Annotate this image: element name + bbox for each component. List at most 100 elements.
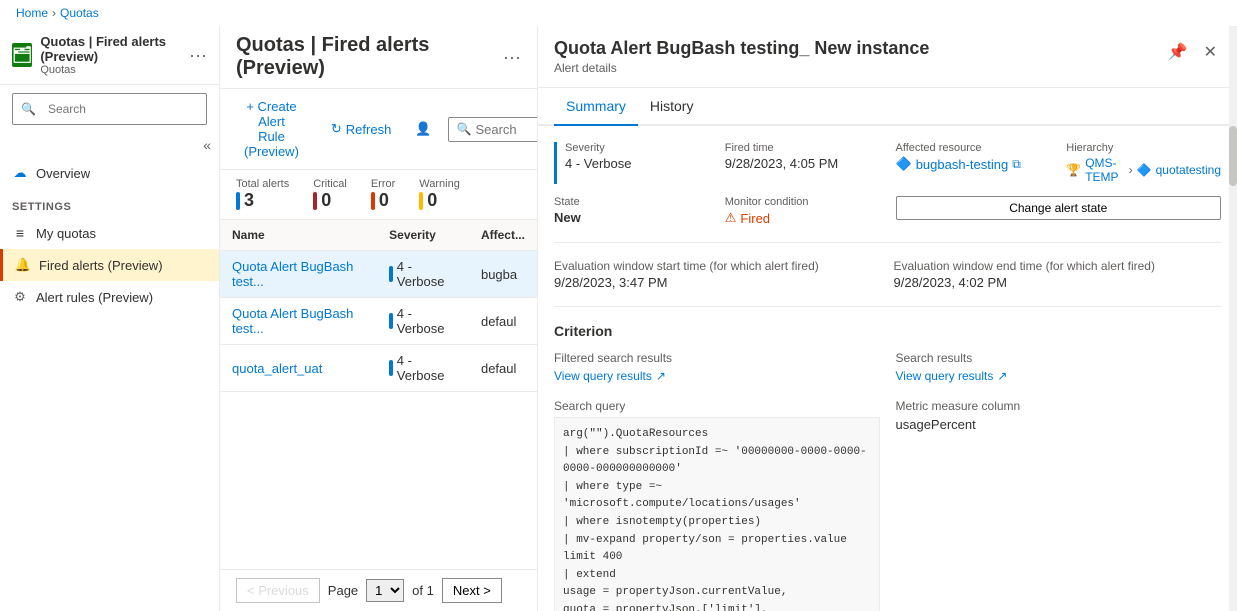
breadcrumb-current[interactable]: Quotas: [60, 6, 99, 20]
stat-warning-indicator: [419, 192, 423, 210]
stat-warning-label: Warning: [419, 178, 460, 190]
breadcrumb: Home › Quotas: [0, 0, 1237, 26]
warning-triangle-icon: ⚠: [725, 210, 737, 226]
stat-critical: Critical 0: [313, 178, 347, 211]
filtered-search-label: Filtered search results: [554, 351, 880, 365]
col-affected: Affect...: [469, 220, 537, 251]
alerts-table: Name Severity Affect... Quota Alert BugB…: [220, 220, 537, 392]
sidebar-item-fired-alerts[interactable]: 🔔 Fired alerts (Preview): [0, 249, 219, 281]
cell-affected: bugba: [469, 251, 537, 298]
sidebar-navigation: ☁ Overview Settings ≡ My quotas 🔔 Fired …: [0, 157, 219, 313]
affected-resource-label: Affected resource: [896, 142, 1051, 154]
detail-header-text: Quota Alert BugBash testing_ New instanc…: [554, 38, 945, 75]
tab-summary[interactable]: Summary: [554, 88, 638, 126]
table-header-row: Name Severity Affect...: [220, 220, 537, 251]
breadcrumb-home[interactable]: Home: [16, 6, 48, 20]
hierarchy-qms[interactable]: QMS-TEMP: [1085, 156, 1124, 184]
view-query-link-2[interactable]: View query results ↗: [896, 369, 1222, 383]
fired-time-value: 9/28/2023, 4:05 PM: [725, 156, 880, 171]
previous-button[interactable]: < Previous: [236, 578, 320, 603]
table-row[interactable]: Quota Alert BugBash test...4 - Verbosede…: [220, 298, 537, 345]
close-button[interactable]: ✕: [1200, 38, 1221, 66]
eval-end-value: 9/28/2023, 4:02 PM: [894, 275, 1222, 290]
sidebar-subtitle: Quotas: [40, 64, 181, 76]
stat-total: Total alerts 3: [236, 178, 289, 211]
severity-bar-icon: [389, 360, 393, 376]
page-header-more-button[interactable]: ···: [503, 47, 521, 68]
view-query-link-1[interactable]: View query results ↗: [554, 369, 880, 383]
info-severity: Severity 4 - Verbose: [554, 142, 709, 184]
my-quotas-icon: ≡: [12, 225, 28, 241]
sidebar-item-overview[interactable]: ☁ Overview: [0, 157, 219, 189]
stat-warning-value-container: 0: [419, 190, 460, 211]
breadcrumb-separator: ›: [52, 6, 56, 20]
stats-row: Total alerts 3 Critical 0 Error: [220, 170, 537, 220]
create-alert-rule-button[interactable]: + Create Alert Rule (Preview): [236, 95, 307, 163]
stat-warning: Warning 0: [419, 178, 460, 211]
external-link-icon-2: ↗: [997, 369, 1007, 383]
sidebar-item-label-overview: Overview: [36, 166, 90, 181]
toolbar-search-container: 🔍: [448, 117, 537, 142]
page-label: Page: [328, 583, 358, 598]
monitor-condition-value: ⚠ Fired: [725, 210, 880, 226]
table-row[interactable]: Quota Alert BugBash test...4 - Verbosebu…: [220, 251, 537, 298]
criterion-search-query: Search query arg("").QuotaResources | wh…: [554, 399, 880, 611]
search-query-label: Search query: [554, 399, 880, 413]
detail-panel: Quota Alert BugBash testing_ New instanc…: [537, 26, 1237, 611]
table-body: Quota Alert BugBash test...4 - Verbosebu…: [220, 251, 537, 392]
stat-error-indicator: [371, 192, 375, 210]
stat-critical-label: Critical: [313, 178, 347, 190]
refresh-button[interactable]: ↻ Refresh: [323, 117, 399, 141]
view-query-label-2: View query results: [896, 369, 994, 383]
refresh-icon: ↻: [331, 121, 342, 137]
alerts-table-container: Name Severity Affect... Quota Alert BugB…: [220, 220, 537, 569]
sidebar-more-button[interactable]: ···: [189, 45, 207, 66]
sidebar-title: Quotas | Fired alerts (Preview): [40, 34, 181, 64]
fired-value: Fired: [740, 211, 770, 226]
manage-alert-button[interactable]: 👤: [407, 117, 439, 141]
scrollbar-thumb[interactable]: [1229, 126, 1237, 186]
table-row[interactable]: quota_alert_uat4 - Verbosedefaul: [220, 345, 537, 392]
alert-rules-icon: ⚙: [12, 289, 28, 305]
eval-end: Evaluation window end time (for which al…: [894, 259, 1222, 290]
resource-icon: 🔷: [896, 156, 912, 172]
pin-button[interactable]: 📌: [1164, 38, 1192, 66]
cell-severity: 4 - Verbose: [377, 345, 469, 392]
copy-icon[interactable]: ⧉: [1012, 157, 1021, 172]
detail-header: Quota Alert BugBash testing_ New instanc…: [538, 26, 1237, 88]
sidebar: 🗂 Quotas | Fired alerts (Preview) Quotas…: [0, 26, 220, 611]
eval-times: Evaluation window start time (for which …: [554, 259, 1221, 307]
cell-name: Quota Alert BugBash test...: [220, 298, 377, 345]
page-header: Quotas | Fired alerts (Preview) ···: [220, 26, 537, 89]
sidebar-item-alert-rules[interactable]: ⚙ Alert rules (Preview): [0, 281, 219, 313]
stat-critical-value: 0: [321, 190, 331, 211]
tab-history[interactable]: History: [638, 88, 706, 126]
criterion-section: Criterion Filtered search results View q…: [554, 323, 1221, 611]
next-button[interactable]: Next >: [442, 578, 502, 603]
metric-measure-value: usagePercent: [896, 417, 1222, 432]
settings-section-label: Settings: [0, 189, 219, 217]
criterion-title: Criterion: [554, 323, 1221, 339]
monitor-condition-label: Monitor condition: [725, 196, 880, 208]
stat-critical-value-container: 0: [313, 190, 347, 211]
external-link-icon-1: ↗: [656, 369, 666, 383]
hierarchy-quota[interactable]: quotatesting: [1156, 163, 1221, 177]
page-select[interactable]: 1: [366, 579, 404, 602]
fired-time-label: Fired time: [725, 142, 880, 154]
detail-subtitle: Alert details: [554, 61, 945, 75]
sidebar-search-container: 🔍: [0, 85, 219, 133]
severity-label: Severity: [565, 142, 709, 154]
sidebar-item-label-alert-rules: Alert rules (Preview): [36, 290, 153, 305]
toolbar-search-input[interactable]: [475, 122, 537, 137]
change-state-button[interactable]: Change alert state: [896, 196, 1222, 220]
of-label: of 1: [412, 583, 434, 598]
affected-resource-link[interactable]: 🔷 bugbash-testing ⧉: [896, 156, 1051, 172]
info-state: State New: [554, 196, 709, 226]
sidebar-item-my-quotas[interactable]: ≡ My quotas: [0, 217, 219, 249]
detail-header-actions: 📌 ✕: [1164, 38, 1221, 66]
metric-measure-label: Metric measure column: [896, 399, 1222, 413]
stat-error-label: Error: [371, 178, 395, 190]
search-query-value: arg("").QuotaResources | where subscript…: [554, 417, 880, 611]
collapse-icon[interactable]: «: [203, 137, 211, 153]
sidebar-search-input[interactable]: [40, 98, 198, 120]
